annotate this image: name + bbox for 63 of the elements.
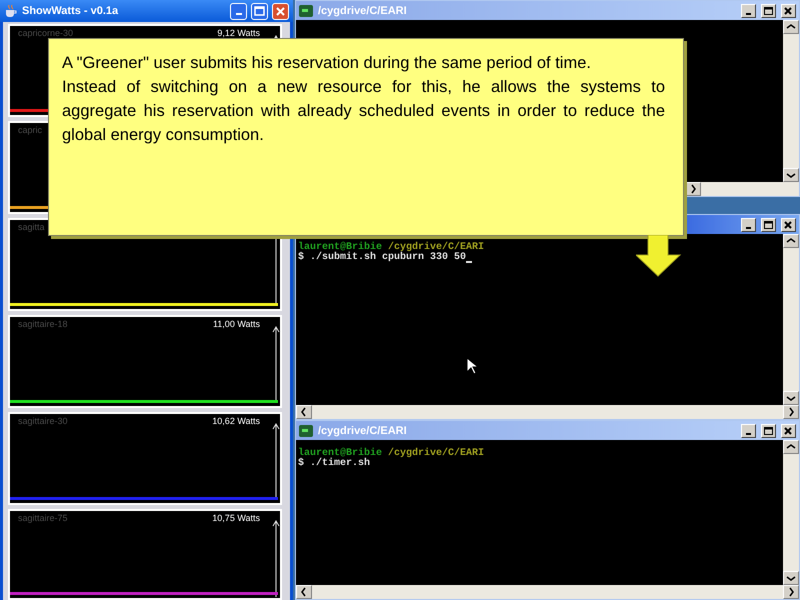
prompt-user: laurent@Bribie: [298, 449, 382, 459]
window-title: /cygdrive/C/EARI: [318, 424, 408, 436]
scroll-up-button[interactable]: [783, 20, 799, 34]
maximize-icon: [764, 6, 773, 14]
maximize-button[interactable]: [761, 4, 776, 18]
close-button[interactable]: [781, 4, 796, 18]
close-icon: [784, 220, 793, 228]
cup-icon: [4, 4, 18, 18]
horizontal-scrollbar[interactable]: [685, 182, 799, 196]
terminal-icon: [299, 424, 313, 436]
close-icon: [784, 426, 793, 434]
window-title: /cygdrive/C/EARI: [318, 4, 408, 16]
horizontal-scrollbar[interactable]: [296, 585, 799, 599]
callout-text: Instead of switching on a new resource for this, he allows the systems to aggregate his reservation with already scheduled events in order to reduce the global energy consumption.: [62, 77, 665, 146]
close-icon: [784, 6, 793, 14]
callout-arrow-icon: [636, 235, 682, 277]
scroll-down-button[interactable]: [783, 168, 799, 182]
minimize-icon: [746, 226, 751, 228]
scroll-right-button[interactable]: [783, 585, 799, 599]
power-reading: 10,62 Watts: [212, 416, 260, 428]
horizontal-scrollbar[interactable]: [296, 405, 799, 419]
prompt-path: /cygdrive/C/EARI: [388, 449, 484, 459]
close-button[interactable]: [781, 424, 796, 438]
maximize-button[interactable]: [761, 424, 776, 438]
host-label: sagittaire-30: [18, 416, 68, 428]
prompt-user: laurent@Bribie: [298, 243, 382, 253]
vertical-scrollbar[interactable]: [783, 440, 799, 585]
host-label: capricorne-30: [18, 28, 74, 40]
scroll-down-button[interactable]: [783, 391, 799, 405]
minimize-button[interactable]: [741, 4, 756, 18]
maximize-icon: [764, 426, 773, 434]
maximize-icon: [254, 6, 265, 16]
mouse-pointer-icon: [466, 357, 478, 375]
command-line: $ ./timer.sh: [298, 459, 370, 469]
vertical-scrollbar[interactable]: [783, 20, 799, 182]
minimize-icon: [746, 12, 751, 14]
close-button[interactable]: [781, 218, 796, 232]
scroll-up-button[interactable]: [783, 440, 799, 454]
scroll-left-button[interactable]: [296, 405, 312, 419]
window-title: ShowWatts - v0.1a: [22, 5, 120, 17]
power-reading: 11,00 Watts: [212, 319, 260, 331]
scroll-down-button[interactable]: [783, 571, 799, 585]
power-reading: 10,75 Watts: [212, 513, 260, 525]
host-label: sagittaire-18: [18, 319, 68, 331]
command-line: $ ./submit.sh cpuburn 330 50: [298, 253, 466, 263]
close-icon: [275, 6, 286, 16]
host-label: sagittaire-75: [18, 513, 68, 525]
minimize-button[interactable]: [741, 218, 756, 232]
scroll-up-button[interactable]: [783, 234, 799, 248]
host-label: capric: [18, 125, 42, 137]
maximize-icon: [764, 220, 773, 228]
callout-text: A "Greener" user submits his reservation during the same period of time.: [62, 53, 592, 74]
scroll-left-button[interactable]: [296, 585, 312, 599]
minimize-icon: [236, 13, 242, 15]
terminal-icon: [299, 4, 313, 16]
minimize-icon: [746, 432, 751, 434]
host-label: sagitta: [18, 222, 45, 234]
prompt-path: /cygdrive/C/EARI: [388, 243, 484, 253]
scroll-right-button[interactable]: [783, 405, 799, 419]
vertical-scrollbar[interactable]: [783, 234, 799, 405]
power-reading: 9,12 Watts: [217, 28, 260, 40]
minimize-button[interactable]: [741, 424, 756, 438]
maximize-button[interactable]: [761, 218, 776, 232]
